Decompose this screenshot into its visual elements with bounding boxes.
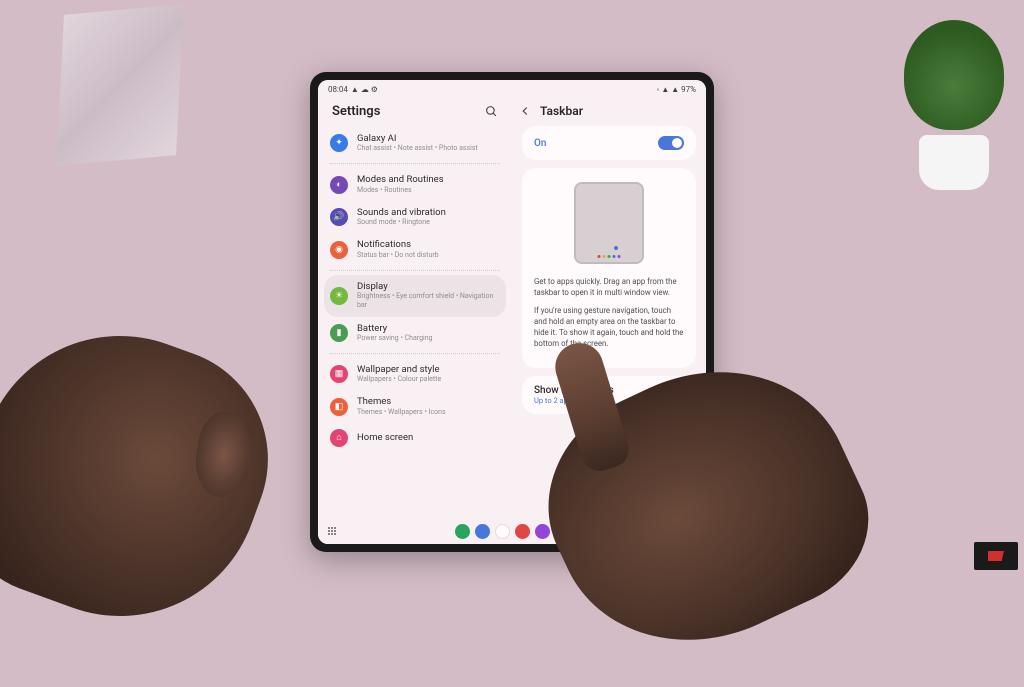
divider bbox=[330, 163, 500, 164]
app-icon-purple[interactable] bbox=[535, 524, 550, 539]
hand-left bbox=[0, 297, 299, 656]
phone-app-icon[interactable] bbox=[455, 524, 470, 539]
bell-icon: ◉ bbox=[330, 241, 348, 259]
divider bbox=[330, 353, 500, 354]
battery-percent: 97% bbox=[681, 85, 696, 94]
settings-item-notifications[interactable]: ◉ Notifications Status bar • Do not dist… bbox=[318, 233, 512, 265]
item-sub: Chat assist • Note assist • Photo assist bbox=[357, 144, 478, 153]
status-time: 08:04 bbox=[328, 85, 348, 94]
settings-item-battery[interactable]: ▮ Battery Power saving • Charging bbox=[318, 317, 512, 349]
app-icon-red[interactable] bbox=[515, 524, 530, 539]
preview-device-icon bbox=[574, 182, 644, 264]
battery-icon: ▮ bbox=[330, 324, 348, 342]
status-bar: 08:04 ▲ ☁ ⚙ ◦ ▲ ▲ 97% bbox=[318, 80, 706, 98]
settings-item-wallpaper[interactable]: ▦ Wallpaper and style Wallpapers • Colou… bbox=[318, 358, 512, 390]
preview-description: Get to apps quickly. Drag an app from th… bbox=[534, 276, 684, 356]
crystal-decor bbox=[56, 4, 184, 165]
settings-master-pane: Settings ✦ Galaxy AI Chat assist • Note … bbox=[318, 98, 512, 518]
settings-item-display[interactable]: ☀ Display Brightness • Eye comfort shiel… bbox=[324, 275, 506, 317]
settings-item-galaxy-ai[interactable]: ✦ Galaxy AI Chat assist • Note assist • … bbox=[318, 127, 512, 159]
back-icon[interactable] bbox=[518, 104, 532, 118]
plant-decor bbox=[894, 20, 1004, 200]
on-label: On bbox=[534, 138, 546, 149]
search-icon[interactable] bbox=[485, 105, 498, 118]
sparkle-icon: ✦ bbox=[330, 134, 348, 152]
status-icons-left: ▲ ☁ ⚙ bbox=[351, 85, 378, 94]
settings-item-modes[interactable]: ◐ Modes and Routines Modes • Routines bbox=[318, 168, 512, 200]
watermark-logo bbox=[974, 542, 1018, 570]
wifi-icon: ◦ ▲ ▲ bbox=[657, 85, 680, 94]
sun-icon: ☀ bbox=[330, 287, 348, 305]
settings-list[interactable]: ✦ Galaxy AI Chat assist • Note assist • … bbox=[318, 127, 512, 518]
theme-icon: ◧ bbox=[330, 398, 348, 416]
settings-item-sounds[interactable]: 🔊 Sounds and vibration Sound mode • Ring… bbox=[318, 201, 512, 233]
home-icon: ⌂ bbox=[330, 429, 348, 447]
hand-right bbox=[513, 325, 895, 687]
messages-app-icon[interactable] bbox=[475, 524, 490, 539]
taskbar-toggle[interactable] bbox=[658, 136, 684, 150]
settings-title: Settings bbox=[332, 104, 380, 119]
routines-icon: ◐ bbox=[330, 176, 348, 194]
settings-item-homescreen[interactable]: ⌂ Home screen bbox=[318, 423, 512, 447]
calendar-app-icon[interactable] bbox=[495, 524, 510, 539]
apps-grid-icon[interactable] bbox=[328, 527, 336, 535]
taskbar-preview-card: Get to apps quickly. Drag an app from th… bbox=[522, 168, 696, 368]
detail-title: Taskbar bbox=[540, 104, 583, 118]
taskbar-on-card[interactable]: On bbox=[522, 126, 696, 160]
divider bbox=[330, 270, 500, 271]
item-title: Galaxy AI bbox=[357, 133, 478, 144]
speaker-icon: 🔊 bbox=[330, 208, 348, 226]
settings-item-themes[interactable]: ◧ Themes Themes • Wallpapers • Icons bbox=[318, 390, 512, 422]
palette-icon: ▦ bbox=[330, 365, 348, 383]
